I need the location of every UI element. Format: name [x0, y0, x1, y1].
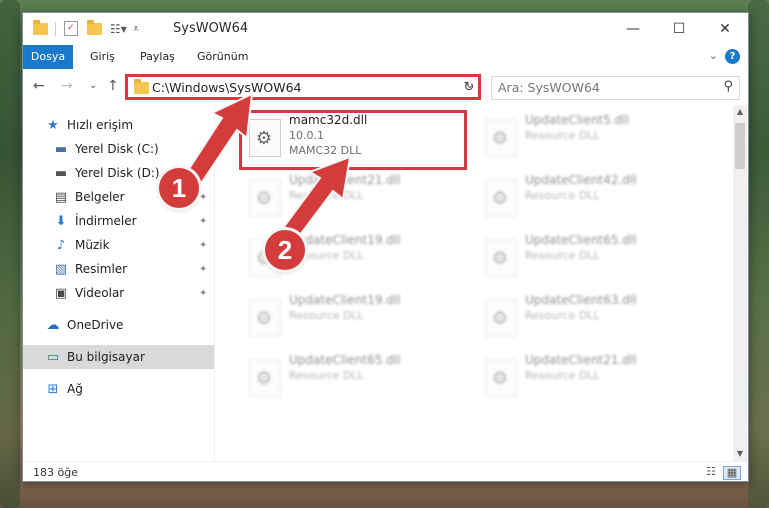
step-marker-2: 2 — [265, 230, 305, 270]
step-marker-1: 1 — [159, 168, 199, 208]
annotation-arrows — [181, 92, 352, 245]
